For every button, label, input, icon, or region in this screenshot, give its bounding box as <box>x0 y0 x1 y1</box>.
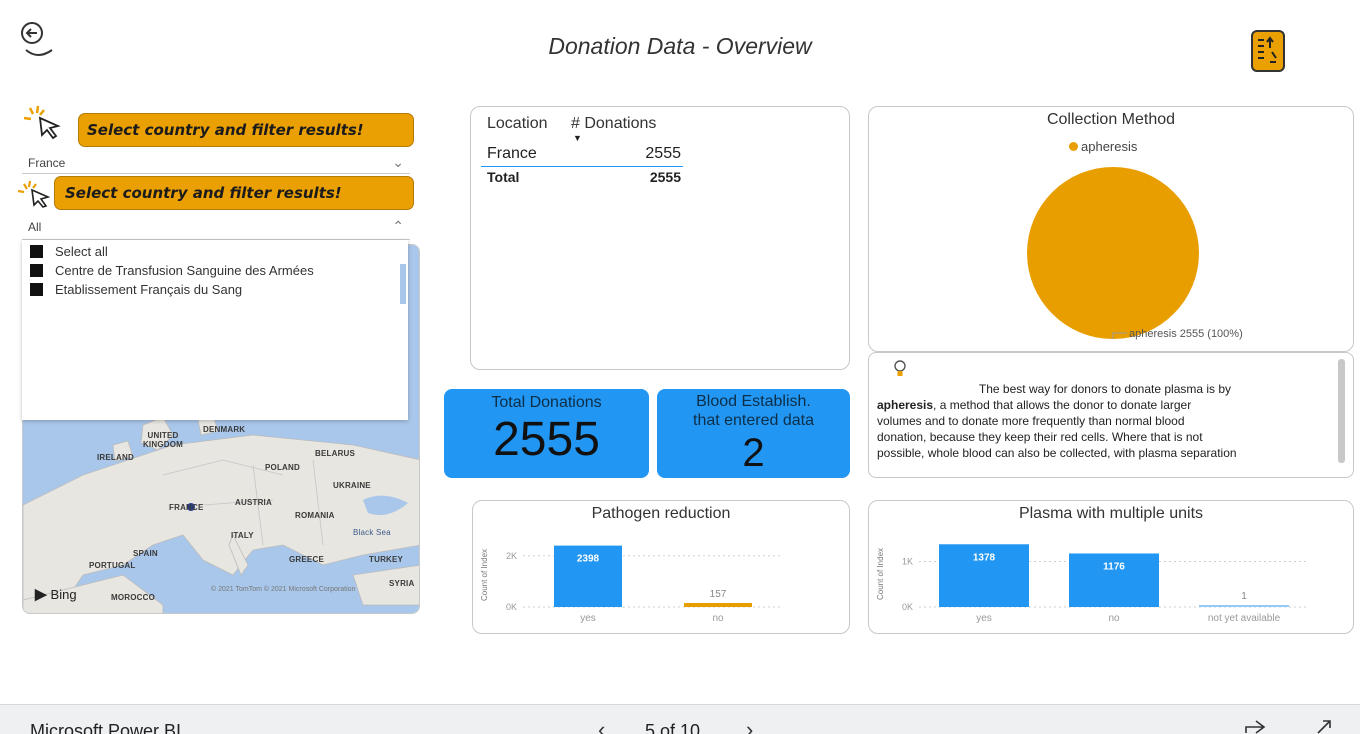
report-canvas: Donation Data - Overview Select country … <box>0 0 1360 734</box>
chevron-down-icon: ⌄ <box>392 154 404 170</box>
total-donations-label: Total Donations <box>491 394 602 411</box>
report-icon-button[interactable] <box>1248 28 1290 74</box>
sort-desc-icon: ▼ <box>573 133 582 143</box>
blood-establish-label-1: Blood Establish. <box>696 393 811 410</box>
cursor-click-icon-2 <box>17 180 54 208</box>
table-row: France 2555 <box>481 145 683 167</box>
total-donations-value: 2555 <box>493 413 600 466</box>
chevron-right-icon[interactable]: › <box>746 717 753 734</box>
bar-not-yet-available <box>1199 605 1289 607</box>
chevron-left-icon[interactable]: ‹ <box>598 717 605 734</box>
pathogen-bar-plot: Count of Index 0K 2K 2398 yes 157 no <box>480 545 783 624</box>
blood-establish-card[interactable]: Blood Establish. that entered data 2 <box>657 389 850 478</box>
info-scrollbar[interactable] <box>1338 359 1345 463</box>
pathogen-reduction-chart[interactable]: Pathogen reduction Count of Index 0K 2K 239… <box>472 500 850 634</box>
checkbox[interactable] <box>30 245 43 258</box>
blood-establish-label-2: that entered data <box>693 412 814 429</box>
pie-data-label: apheresis 2555 (100%) <box>1129 328 1243 340</box>
establishment-options-list: Select all Centre de Transfusion Sanguin… <box>22 240 408 420</box>
y-tick-label: 0K <box>902 602 913 612</box>
y-axis-title: Count of Index <box>480 549 489 601</box>
country-slicer-banner: Select country and filter results! <box>78 113 414 147</box>
blood-establish-value: 2 <box>742 431 765 475</box>
bar-data-label: 1176 <box>1103 561 1125 572</box>
info-text: The best way for donors to donate plasma… <box>877 382 1237 460</box>
expand-icon[interactable] <box>1314 719 1334 734</box>
establishment-slicer-banner: Select country and filter results! <box>54 176 414 210</box>
chevron-up-icon: ⌃ <box>392 218 404 234</box>
checkbox[interactable] <box>30 264 43 277</box>
x-tick-label: yes <box>580 613 596 624</box>
map-copyright: © 2021 TomTom © 2021 Microsoft Corporati… <box>211 586 356 593</box>
option-ctsa[interactable]: Centre de Transfusion Sanguine des Armée… <box>22 261 408 280</box>
country-dropdown[interactable]: France ⌄ <box>22 152 410 174</box>
bar-no <box>684 602 752 607</box>
x-tick-label: yes <box>976 613 992 624</box>
plasma-multiple-units-chart[interactable]: Plasma with multiple units Count of Inde… <box>868 500 1354 634</box>
y-tick-label: 1K <box>902 556 913 566</box>
pie-chart <box>1027 167 1199 339</box>
collection-method-chart[interactable]: Collection Method apheresis apheresis 25… <box>868 106 1354 352</box>
bing-icon: ▶ <box>35 586 47 603</box>
y-tick-label: 2K <box>506 551 517 561</box>
y-axis-title: Count of Index <box>876 548 885 600</box>
page-indicator: 5 of 10 <box>645 721 701 734</box>
bar-data-label: 1 <box>1241 591 1247 602</box>
page-title: Donation Data - Overview <box>548 33 812 59</box>
table-header-location[interactable]: Location <box>487 115 548 133</box>
checkbox[interactable] <box>30 283 43 296</box>
table-total-row: Total 2555 <box>487 169 681 185</box>
plasma-bar-plot: Count of Index 0K 1K 1378 yes 1176 no 1 not yet … <box>876 544 1309 624</box>
total-donations-card[interactable]: Total Donations 2555 <box>444 389 649 478</box>
document-icon <box>1251 30 1285 72</box>
country-dropdown-value: France <box>28 156 66 170</box>
x-tick-label: no <box>1108 613 1120 624</box>
x-tick-label: no <box>712 613 724 624</box>
y-tick-label: 0K <box>506 602 517 612</box>
establishment-dropdown[interactable]: All ⌃ <box>22 216 410 240</box>
donations-table[interactable]: Location # Donations ▼ France 2555 Total… <box>470 106 850 370</box>
bar-data-label: 2398 <box>577 554 600 565</box>
table-header-donations[interactable]: # Donations <box>571 115 656 133</box>
lightbulb-icon <box>894 360 906 376</box>
bar-data-label: 157 <box>710 589 727 600</box>
option-efs[interactable]: Etablissement Français du Sang <box>22 280 408 299</box>
app-name: Microsoft Power BI <box>30 721 182 734</box>
pie-slice-apheresis <box>1027 167 1199 339</box>
establishment-dropdown-value: All <box>28 220 42 234</box>
cursor-click-icon <box>22 104 66 140</box>
powerbi-footer: Microsoft Power BI ‹ 5 of 10 › <box>0 704 1360 734</box>
bing-logo: ▶ Bing <box>35 586 77 603</box>
option-select-all[interactable]: Select all <box>22 242 408 261</box>
list-scrollbar[interactable] <box>400 264 406 304</box>
bar-data-label: 1378 <box>973 552 996 563</box>
x-tick-label: not yet available <box>1208 613 1281 624</box>
info-text-box: The best way for donors to donate plasma… <box>868 352 1354 478</box>
share-icon[interactable] <box>1244 719 1268 734</box>
